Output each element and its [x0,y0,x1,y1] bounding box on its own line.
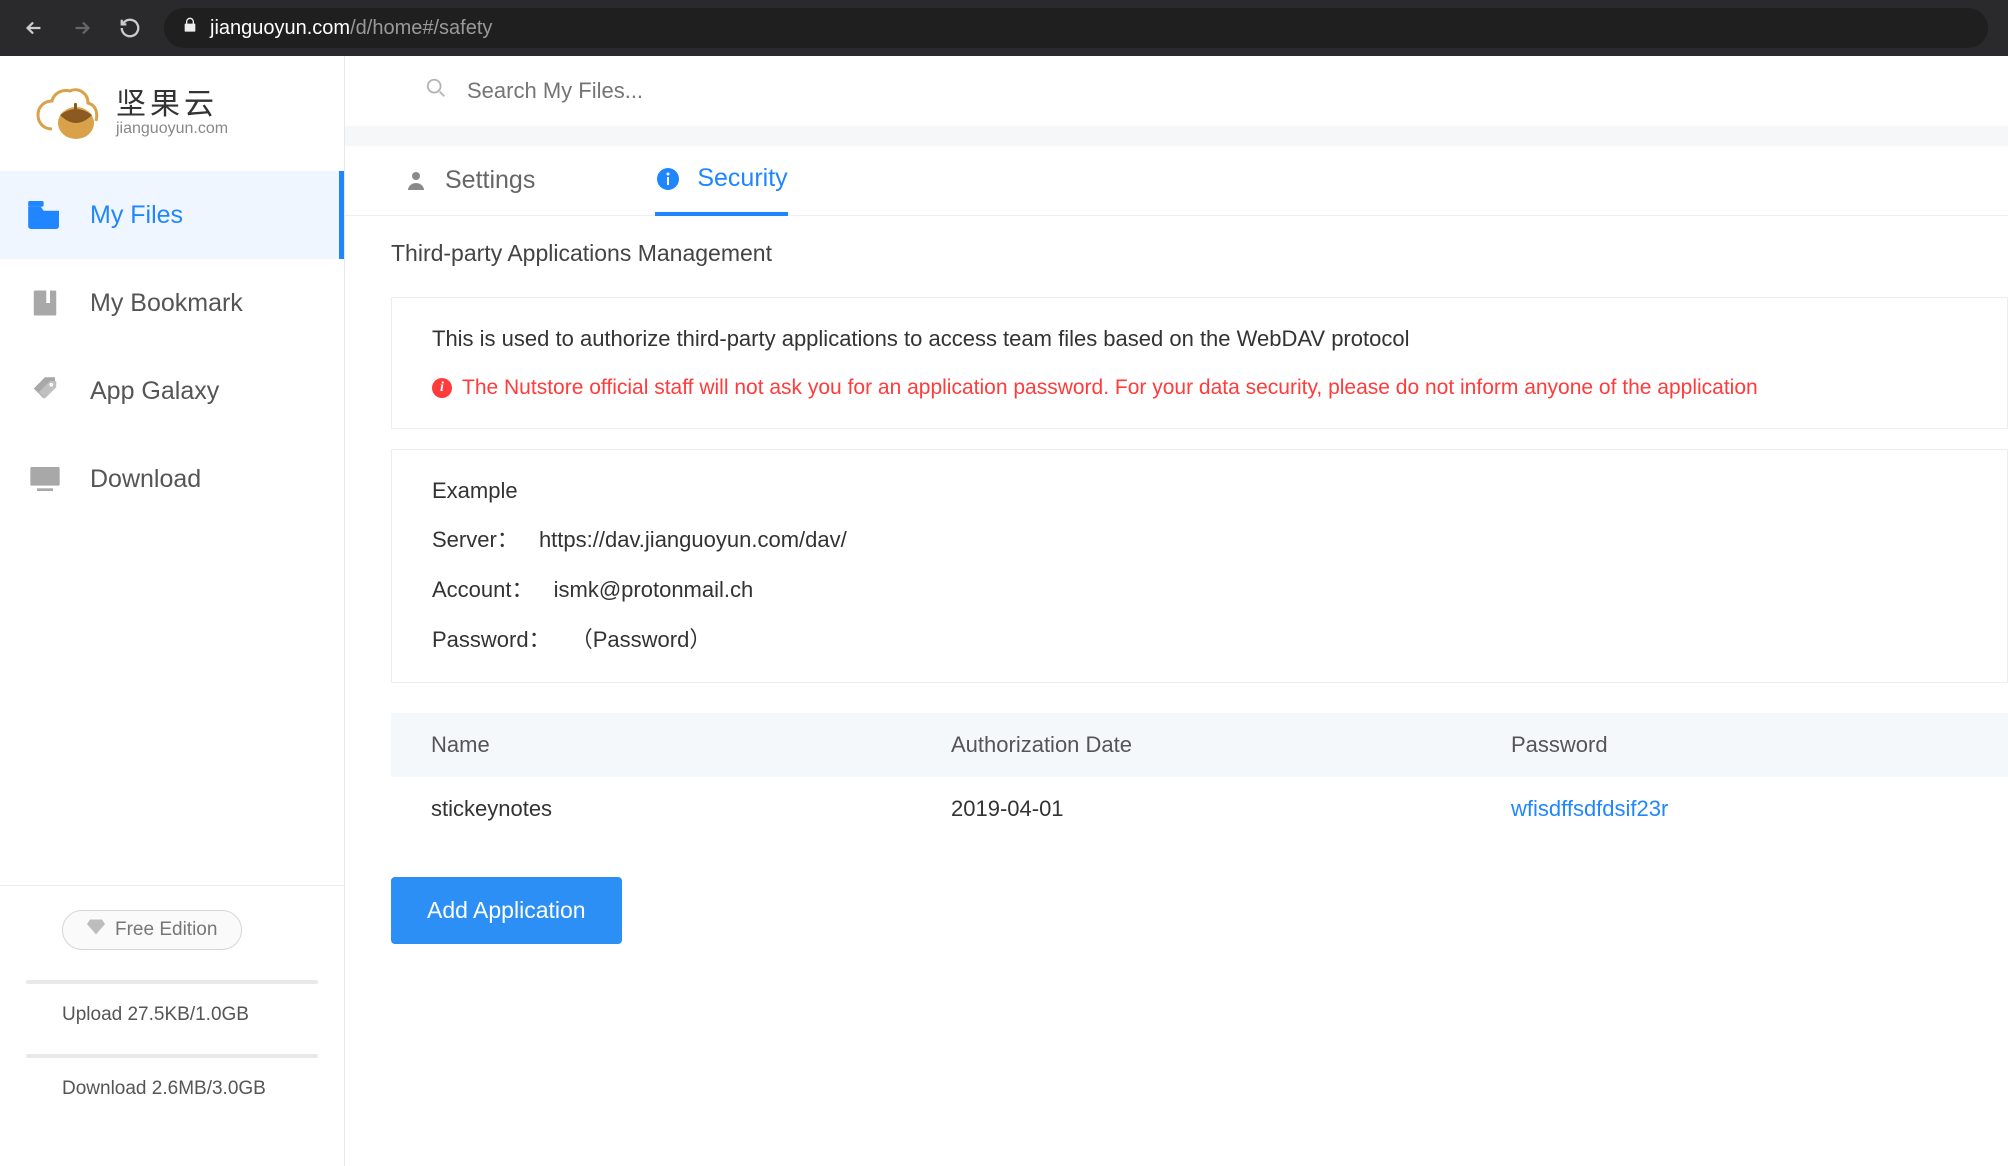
add-application-button[interactable]: Add Application [391,877,622,944]
info-icon [655,166,681,192]
server-label: Server： [432,527,519,552]
folder-icon [28,200,62,230]
info-description: This is used to authorize third-party ap… [432,326,1967,352]
upload-meter [26,980,318,984]
cell-password-link[interactable]: wfisdffsdfdsif23r [1511,796,1668,821]
server-value: https://dav.jianguoyun.com/dav/ [539,527,847,552]
diamond-icon [87,919,105,941]
sidebar-item-label: My Files [90,201,183,230]
download-meter [26,1054,318,1058]
sidebar-item-app-galaxy[interactable]: App Galaxy [0,347,344,435]
cell-date: 2019-04-01 [951,796,1511,822]
tab-label: Settings [445,166,535,195]
bookmark-icon [28,288,62,318]
sidebar-item-label: App Galaxy [90,377,219,406]
warning-icon: i [432,378,452,398]
cell-name: stickeynotes [391,796,951,822]
forward-button[interactable] [68,14,96,42]
reload-button[interactable] [116,14,144,42]
monitor-icon [28,464,62,494]
address-bar[interactable]: jianguoyun.com/d/home#/safety [164,8,1988,48]
col-header-name: Name [391,732,951,758]
nutstore-logo-icon [36,85,102,143]
browser-toolbar: jianguoyun.com/d/home#/safety [0,0,2008,56]
sidebar-item-label: Download [90,465,201,494]
tab-bar: Settings Security [345,146,2008,216]
app-table: Name Authorization Date Password stickey… [391,713,2008,841]
warning-message: i The Nutstore official staff will not a… [432,376,1967,400]
warning-text: The Nutstore official staff will not ask… [462,376,1758,400]
upload-usage: Upload 27.5KB/1.0GB [62,1004,318,1026]
example-panel: Example Server： https://dav.jianguoyun.c… [391,449,2008,683]
download-usage: Download 2.6MB/3.0GB [62,1078,318,1100]
table-header: Name Authorization Date Password [391,713,2008,777]
sidebar-item-download[interactable]: Download [0,435,344,523]
info-panel: This is used to authorize third-party ap… [391,297,2008,429]
logo[interactable]: 坚果云 jianguoyun.com [0,56,344,171]
search-bar[interactable] [345,56,2008,126]
tag-icon [28,376,62,406]
lock-icon [182,16,198,40]
col-header-password: Password [1511,732,2008,758]
table-row: stickeynotes 2019-04-01 wfisdffsdfdsif23… [391,777,2008,841]
account-value: ismk@protonmail.ch [554,577,754,602]
sidebar-item-label: My Bookmark [90,289,243,318]
tab-settings[interactable]: Settings [403,146,535,216]
search-input[interactable] [467,78,1067,104]
sidebar: 坚果云 jianguoyun.com My Files My Bookmark [0,56,345,1166]
example-title: Example [432,478,1967,504]
edition-label: Free Edition [115,919,217,941]
logo-text-en: jianguoyun.com [116,120,228,138]
search-icon [425,77,447,105]
sidebar-item-my-bookmark[interactable]: My Bookmark [0,259,344,347]
edition-badge[interactable]: Free Edition [62,910,242,950]
section-title: Third-party Applications Management [345,216,2008,277]
url-text: jianguoyun.com/d/home#/safety [210,17,492,40]
tab-security[interactable]: Security [655,146,787,216]
password-value: （Password） [571,627,712,652]
back-button[interactable] [20,14,48,42]
col-header-date: Authorization Date [951,732,1511,758]
tab-label: Security [697,164,787,193]
logo-text-cn: 坚果云 [116,89,228,121]
sidebar-item-my-files[interactable]: My Files [0,171,344,259]
main-content: Settings Security Third-party Applicatio… [345,56,2008,1166]
account-label: Account： [432,577,534,602]
person-icon [403,168,429,194]
password-label: Password： [432,627,551,652]
